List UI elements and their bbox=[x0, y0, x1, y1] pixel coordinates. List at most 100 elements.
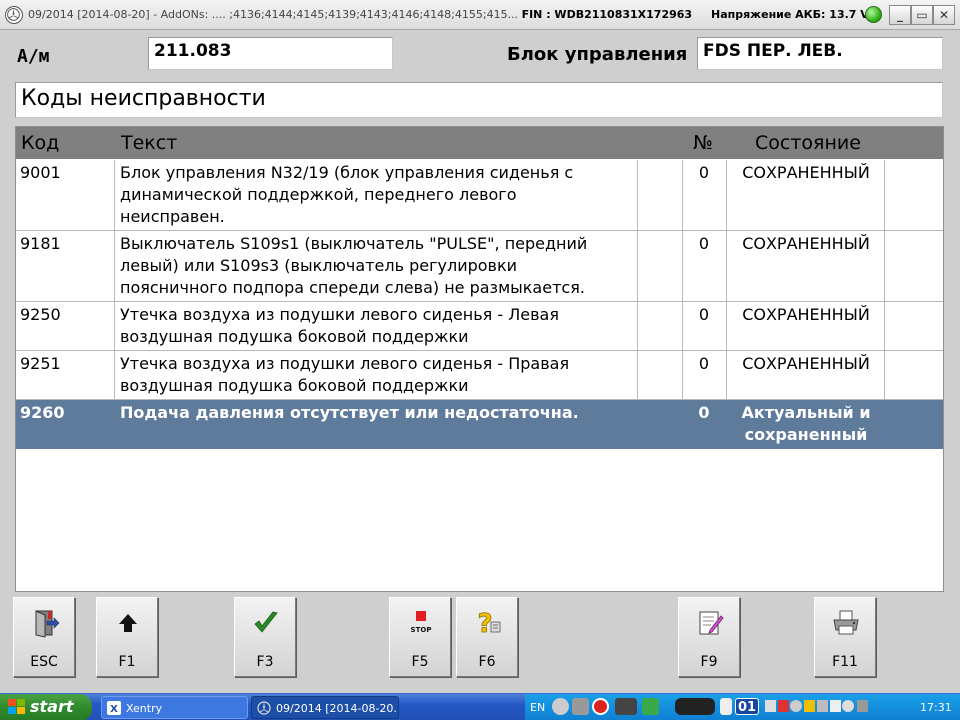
stop-sign-icon: STOP bbox=[411, 611, 431, 634]
col-header-code[interactable]: Код bbox=[21, 132, 59, 154]
f5-label: F5 bbox=[411, 654, 429, 670]
column-divider bbox=[682, 231, 683, 302]
green-tray-icon[interactable] bbox=[642, 698, 659, 715]
cell-text-line: поясничного подпора спереди слева) не ра… bbox=[120, 278, 585, 297]
start-label: start bbox=[30, 697, 74, 716]
printer-icon bbox=[833, 610, 859, 635]
camera-tray-icon[interactable] bbox=[572, 698, 589, 715]
cell-status-line: СОХРАНЕННЫЙ bbox=[742, 305, 870, 324]
column-divider bbox=[682, 400, 683, 449]
block-tray-icon[interactable] bbox=[592, 698, 609, 715]
cell-code: 9250 bbox=[20, 305, 61, 324]
cell-text: Утечка воздуха из подушки левого сиденья… bbox=[120, 353, 640, 397]
network-tray-icon[interactable] bbox=[552, 698, 569, 715]
mercedes-star-icon bbox=[5, 6, 23, 24]
column-divider bbox=[726, 302, 727, 351]
start-button[interactable]: start bbox=[0, 694, 92, 720]
table-row[interactable]: 9250 Утечка воздуха из подушки левого сид… bbox=[16, 302, 943, 351]
window-title-prefix: 09/2014 [2014-08-20] - AddONs: .... ;413… bbox=[28, 8, 519, 21]
cell-text-line: левый) или S109s3 (выключатель регулиров… bbox=[120, 256, 518, 275]
column-divider bbox=[682, 160, 683, 231]
column-divider bbox=[726, 160, 727, 231]
taskbar-item-xentry-label: Xentry bbox=[126, 702, 163, 715]
column-divider bbox=[114, 400, 115, 449]
cell-code: 9181 bbox=[20, 234, 61, 253]
edit-notepad-icon bbox=[699, 611, 724, 635]
window-title: 09/2014 [2014-08-20] - AddONs: .... ;413… bbox=[28, 8, 708, 21]
close-button[interactable]: ✕ bbox=[933, 5, 955, 25]
cell-number: 0 bbox=[698, 163, 710, 182]
column-divider bbox=[637, 231, 638, 302]
cell-text-line: Утечка воздуха из подушки левого сиденья… bbox=[120, 354, 570, 373]
cell-text-line: Выключатель S109s1 (выключатель "PULSE",… bbox=[120, 234, 588, 253]
xentry-icon: X bbox=[107, 701, 121, 715]
restore-button[interactable]: ▭ bbox=[911, 5, 933, 25]
f3-button[interactable]: F3 bbox=[234, 597, 296, 677]
column-divider bbox=[637, 302, 638, 351]
cell-number: 0 bbox=[698, 354, 710, 373]
cell-text: Выключатель S109s1 (выключатель "PULSE",… bbox=[120, 233, 640, 299]
column-divider bbox=[637, 400, 638, 449]
cell-text-line: Утечка воздуха из подушки левого сиденья… bbox=[120, 305, 559, 324]
cell-status: СОХРАНЕННЫЙ bbox=[728, 233, 884, 255]
f11-button[interactable]: F11 bbox=[814, 597, 876, 677]
fault-codes-table: Код Текст № Состояние 9001 Блок управлени… bbox=[15, 126, 944, 592]
cell-number: 0 bbox=[698, 234, 710, 253]
cell-status-line: СОХРАНЕННЫЙ bbox=[742, 163, 870, 182]
minimize-button[interactable]: _ bbox=[889, 5, 911, 25]
cell-text-line: воздушная подушка боковой поддержки bbox=[120, 327, 469, 346]
mercedes-star-icon bbox=[257, 701, 271, 715]
table-row[interactable]: 9260 Подача давления отсутствует или недо… bbox=[16, 400, 943, 449]
device-tray-icon[interactable] bbox=[615, 698, 637, 715]
cell-status-line: СОХРАНЕННЫЙ bbox=[742, 234, 870, 253]
lock-tray-icon[interactable] bbox=[720, 698, 732, 715]
exit-door-icon bbox=[35, 610, 60, 638]
section-title: Коды неисправности bbox=[15, 82, 943, 118]
f5-button[interactable]: STOP F5 bbox=[389, 597, 451, 677]
f11-label: F11 bbox=[832, 654, 858, 670]
f3-label: F3 bbox=[256, 654, 274, 670]
cell-number: 0 bbox=[698, 305, 710, 324]
cell-text: Подача давления отсутствует или недостат… bbox=[120, 402, 640, 424]
table-header: Код Текст № Состояние bbox=[16, 127, 943, 159]
control-unit-value: FDS ПЕР. ЛЕВ. bbox=[697, 37, 943, 70]
f1-label: F1 bbox=[118, 654, 136, 670]
f6-button[interactable]: ? F6 bbox=[456, 597, 518, 677]
taskbar-item-xentry[interactable]: X Xentry bbox=[101, 696, 248, 719]
col-header-text[interactable]: Текст bbox=[121, 132, 177, 154]
cell-code: 9001 bbox=[20, 163, 61, 182]
cell-status: СОХРАНЕННЫЙ bbox=[728, 304, 884, 326]
battery-voltage: Напряжение АКБ: 13.7 V bbox=[711, 8, 869, 21]
column-divider bbox=[884, 160, 885, 231]
cell-text: Утечка воздуха из подушки левого сиденья… bbox=[120, 304, 640, 348]
cell-text-line: неисправен. bbox=[120, 207, 225, 226]
cell-text: Блок управления N32/19 (блок управления … bbox=[120, 162, 640, 228]
arrow-up-icon bbox=[119, 614, 137, 632]
f1-button[interactable]: F1 bbox=[96, 597, 158, 677]
table-row[interactable]: 9001 Блок управления N32/19 (блок управле… bbox=[16, 160, 943, 231]
cell-text-line: динамической поддержкой, переднего левог… bbox=[120, 185, 517, 204]
display-tray-icon[interactable] bbox=[675, 698, 715, 715]
system-tray: EN 01 17:31 bbox=[525, 694, 960, 720]
col-header-status[interactable]: Состояние bbox=[755, 132, 861, 154]
table-row[interactable]: 9251 Утечка воздуха из подушки левого сид… bbox=[16, 351, 943, 400]
column-divider bbox=[884, 302, 885, 351]
esc-button[interactable]: ESC bbox=[13, 597, 75, 677]
column-divider bbox=[884, 231, 885, 302]
cell-status-line: СОХРАНЕННЫЙ bbox=[742, 354, 870, 373]
column-divider bbox=[726, 231, 727, 302]
taskbar-item-xentry-window[interactable]: 09/2014 [2014-08-20... bbox=[251, 696, 399, 719]
column-divider bbox=[637, 160, 638, 231]
language-indicator[interactable]: EN bbox=[530, 701, 545, 714]
cell-status: Актуальный и сохраненный bbox=[728, 402, 884, 446]
column-divider bbox=[682, 351, 683, 400]
table-row[interactable]: 9181 Выключатель S109s1 (выключатель "PUL… bbox=[16, 231, 943, 302]
column-divider bbox=[114, 160, 115, 231]
window-titlebar: 09/2014 [2014-08-20] - AddONs: .... ;413… bbox=[0, 0, 960, 30]
col-header-number[interactable]: № bbox=[693, 132, 713, 154]
cell-status: СОХРАНЕННЫЙ bbox=[728, 353, 884, 375]
f9-button[interactable]: F9 bbox=[678, 597, 740, 677]
tray-icons-group[interactable] bbox=[765, 698, 875, 715]
windows-flag-icon bbox=[8, 699, 25, 714]
column-divider bbox=[726, 351, 727, 400]
